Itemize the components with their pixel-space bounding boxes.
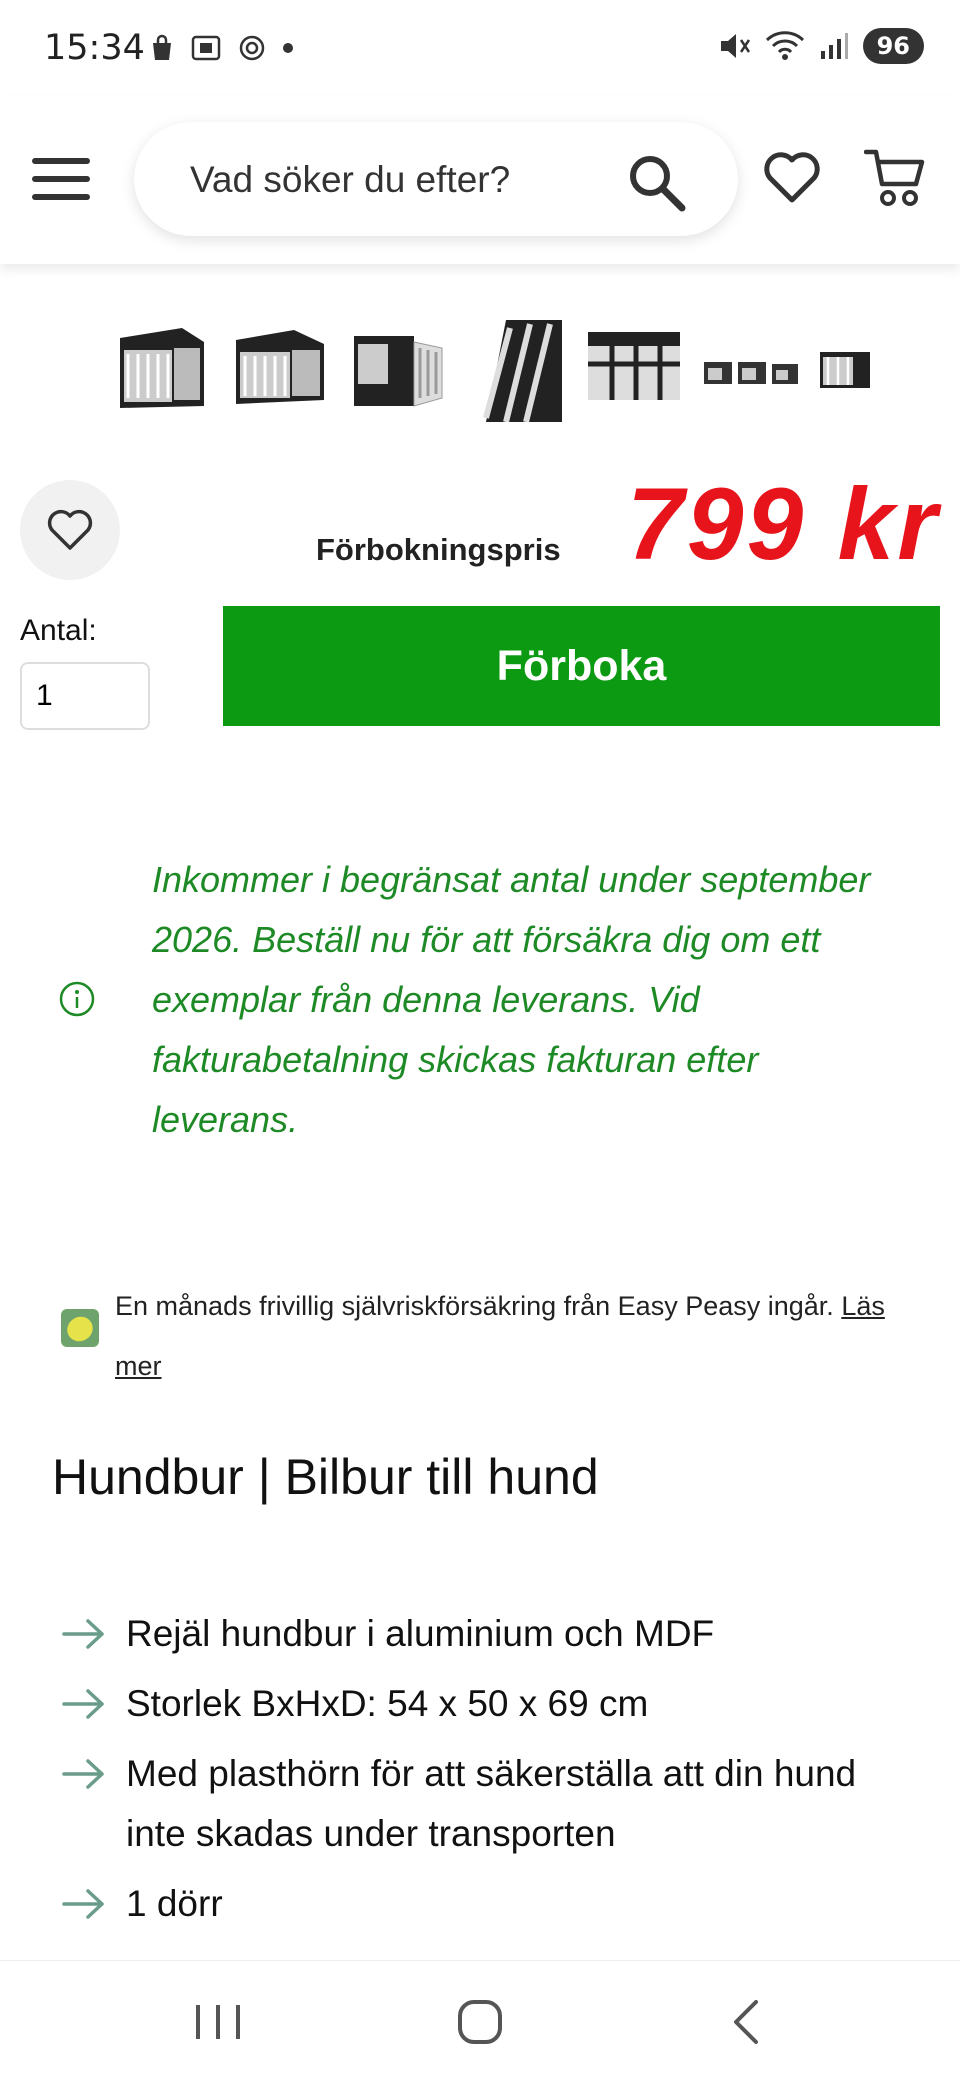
status-bar: 15:34 96 [0,0,960,96]
recent-apps-icon[interactable] [188,1997,248,2047]
preorder-button[interactable]: Förboka [223,606,940,726]
feature-text: Rejäl hundbur i aluminium och MDF [126,1613,715,1654]
mute-icon [720,34,750,58]
feature-text: Med plasthörn för att säkerställa att di… [126,1753,857,1854]
wishlist-heart-icon[interactable] [762,148,822,208]
arrow-right-icon [62,1689,104,1719]
site-header [0,96,960,264]
feature-item: Storlek BxHxD: 54 x 50 x 69 cm [62,1674,922,1734]
battery-indicator: 96 [862,28,924,64]
status-time: 15:34 [44,28,145,68]
thumbnail-7[interactable] [820,318,870,422]
feature-text: Storlek BxHxD: 54 x 50 x 69 cm [126,1683,649,1724]
quantity-label: Antal: [20,614,97,647]
dot-icon [283,43,293,53]
heart-icon [47,509,93,550]
feature-item: 1 dörr [62,1874,922,1934]
price-label: Förbokningspris [316,532,561,567]
cart-icon[interactable] [864,146,926,210]
hamburger-menu-icon[interactable] [30,154,92,204]
thumbnail-2[interactable] [230,318,330,422]
feature-item: Med plasthörn för att säkerställa att di… [62,1744,922,1864]
wifi-icon [765,31,804,60]
system-nav-bar [0,1960,960,2081]
thumbnail-1[interactable] [112,318,212,422]
arrow-right-icon [62,1759,104,1789]
feature-item: Rejäl hundbur i aluminium och MDF [62,1604,922,1664]
shopping-bag-icon [153,34,171,60]
back-icon[interactable] [718,1997,778,2047]
thumbnail-6[interactable] [702,318,802,422]
thumbnail-5[interactable] [584,318,684,422]
quantity-input[interactable] [20,662,150,730]
thumbnail-3[interactable] [348,318,448,422]
signal-icon [820,33,848,59]
favorite-button[interactable] [20,480,120,580]
product-gallery-thumbnails [112,318,870,422]
thumbnail-4[interactable] [466,318,566,422]
search-bar[interactable] [134,122,738,236]
feature-list: Rejäl hundbur i aluminium och MDF Storle… [62,1604,922,1944]
arrow-right-icon [62,1889,104,1919]
product-price: 799 kr [627,467,940,581]
product-title: Hundbur | Bilbur till hund [52,1449,599,1505]
search-icon[interactable] [626,152,686,212]
search-input[interactable] [188,154,612,206]
info-icon [59,981,95,1017]
feature-text: 1 dörr [126,1883,223,1924]
insurance-info: En månads frivillig självriskförsäkring … [115,1276,915,1396]
lemon-icon [61,1309,99,1347]
home-icon[interactable] [450,1997,510,2047]
availability-notice: Inkommer i begränsat antal under septemb… [152,859,871,1140]
screenshot-icon [191,35,221,61]
arrow-right-icon [62,1619,104,1649]
openai-icon [239,35,265,61]
insurance-text: En månads frivillig självriskförsäkring … [115,1291,834,1321]
